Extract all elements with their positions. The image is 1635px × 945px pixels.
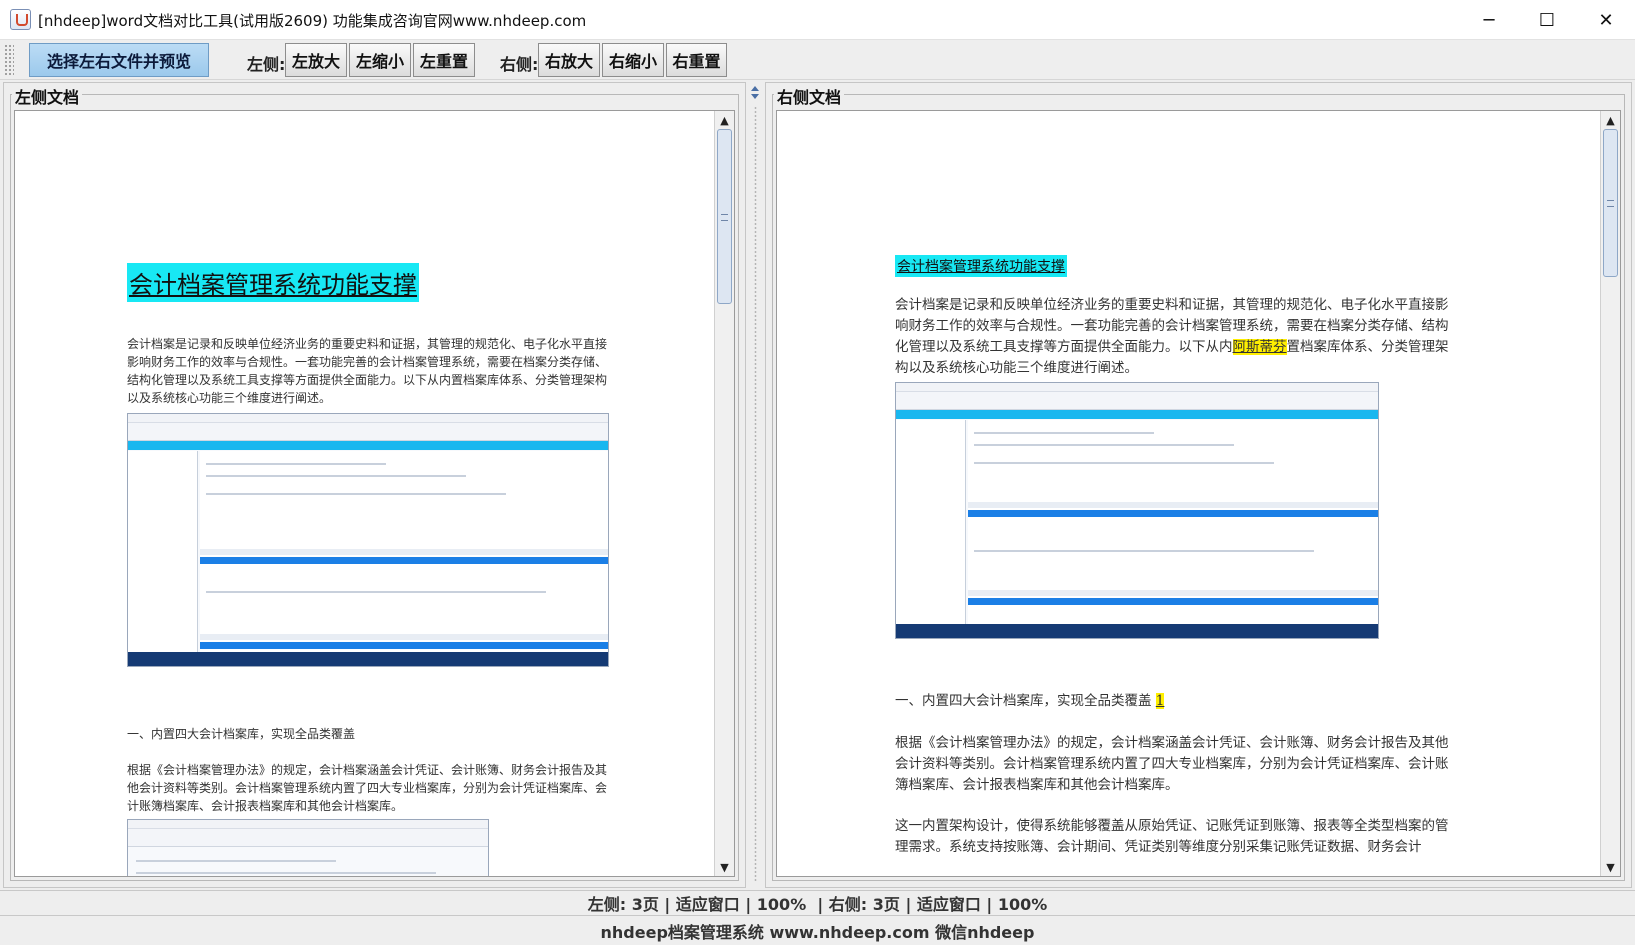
left-document-page: 会计档案管理系统功能支撑 会计档案是记录和反映单位经济业务的重要史料和证据，其管… [15, 111, 714, 876]
right-panel-title: 右侧文档 [774, 84, 845, 108]
right-doc-paragraph3: 这一内置架构设计，使得系统能够覆盖从原始凭证、记账凭证到账簿、报表等全类型档案的… [895, 818, 1449, 855]
status-text: 左侧: 3页 | 适应窗口 | 100% | 右侧: 3页 | 适应窗口 | 1… [587, 895, 1048, 914]
left-reset-button[interactable]: 左重置 [413, 43, 475, 77]
java-app-icon [10, 9, 31, 30]
window-title: [nhdeep]word文档对比工具(试用版2609) 功能集成咨询官网www.… [38, 12, 587, 30]
close-button[interactable]: ✕ [1577, 0, 1635, 40]
left-doc-paragraph1: 会计档案是记录和反映单位经济业务的重要史料和证据，其管理的规范化、电子化水平直接… [127, 337, 608, 405]
left-doc-screenshot-image-2 [127, 819, 489, 876]
right-scroll-up-icon[interactable]: ▲ [1601, 111, 1620, 129]
left-doc-paragraph2: 根据《会计档案管理办法》的规定，会计档案涵盖会计凭证、会计账簿、财务会计报告及其… [127, 763, 608, 813]
right-document-page: 会计档案管理系统功能支撑 会计档案是记录和反映单位经济业务的重要史料和证据，其管… [777, 111, 1600, 876]
right-document-viewport[interactable]: 会计档案管理系统功能支撑 会计档案是记录和反映单位经济业务的重要史料和证据，其管… [776, 110, 1621, 877]
left-doc-screenshot-image [127, 413, 609, 667]
split-pane-divider[interactable] [747, 82, 764, 888]
toolbar: 选择左右文件并预览 左侧: 左放大 左缩小 左重置 右侧: 右放大 右缩小 右重… [0, 40, 1635, 80]
left-document-panel: 左侧文档 会计档案管理系统功能支撑 会计档案是记录和反映单位经济业务的重要史料和… [3, 82, 746, 888]
right-scroll-thumb[interactable] [1603, 129, 1618, 277]
right-doc-section1: 一、内置四大会计档案库，实现全品类覆盖 1 [895, 693, 1165, 709]
left-scroll-thumb[interactable] [717, 129, 732, 304]
right-vertical-scrollbar[interactable]: ▲ ▼ [1600, 111, 1620, 876]
right-doc-paragraph1: 会计档案是记录和反映单位经济业务的重要史料和证据，其管理的规范化、电子化水平直接… [895, 297, 1449, 376]
maximize-button[interactable]: ☐ [1518, 0, 1576, 40]
title-bar: [nhdeep]word文档对比工具(试用版2609) 功能集成咨询官网www.… [0, 0, 1635, 40]
right-reset-button[interactable]: 右重置 [666, 43, 727, 77]
change-highlight: 1 [1155, 693, 1165, 709]
expand-left-arrow-icon[interactable] [751, 86, 759, 91]
footer-text: nhdeep档案管理系统 www.nhdeep.com 微信nhdeep [600, 923, 1035, 942]
select-files-button[interactable]: 选择左右文件并预览 [29, 43, 209, 77]
right-doc-paragraph2: 根据《会计档案管理办法》的规定，会计档案涵盖会计凭证、会计账簿、财务会计报告及其… [895, 735, 1449, 793]
left-zoom-label: 左侧: [247, 55, 286, 74]
minimize-button[interactable]: ─ [1460, 0, 1518, 40]
left-document-viewport[interactable]: 会计档案管理系统功能支撑 会计档案是记录和反映单位经济业务的重要史料和证据，其管… [14, 110, 735, 877]
right-scroll-down-icon[interactable]: ▼ [1601, 858, 1620, 876]
status-bar: 左侧: 3页 | 适应窗口 | 100% | 右侧: 3页 | 适应窗口 | 1… [0, 890, 1635, 916]
right-doc-screenshot-image [895, 382, 1379, 639]
expand-right-arrow-icon[interactable] [751, 94, 759, 99]
right-doc-heading: 会计档案管理系统功能支撑 [895, 255, 1067, 277]
left-panel-title: 左侧文档 [12, 84, 83, 108]
footer-bar: nhdeep档案管理系统 www.nhdeep.com 微信nhdeep [0, 917, 1635, 945]
left-scroll-down-icon[interactable]: ▼ [715, 858, 734, 876]
left-doc-section1: 一、内置四大会计档案库，实现全品类覆盖 [127, 727, 356, 741]
left-zoom-out-button[interactable]: 左缩小 [349, 43, 411, 77]
toolbar-grip-icon[interactable] [4, 44, 14, 76]
change-highlight: 阿斯蒂芬 [1232, 339, 1287, 355]
right-zoom-label: 右侧: [500, 55, 539, 74]
left-doc-heading: 会计档案管理系统功能支撑 [127, 263, 419, 302]
right-document-panel: 右侧文档 会计档案管理系统功能支撑 会计档案是记录和反映单位经济业务的重要史料和… [765, 82, 1632, 888]
right-zoom-out-button[interactable]: 右缩小 [602, 43, 664, 77]
left-scroll-up-icon[interactable]: ▲ [715, 111, 734, 129]
left-vertical-scrollbar[interactable]: ▲ ▼ [714, 111, 734, 876]
left-zoom-in-button[interactable]: 左放大 [285, 43, 347, 77]
right-zoom-in-button[interactable]: 右放大 [538, 43, 600, 77]
